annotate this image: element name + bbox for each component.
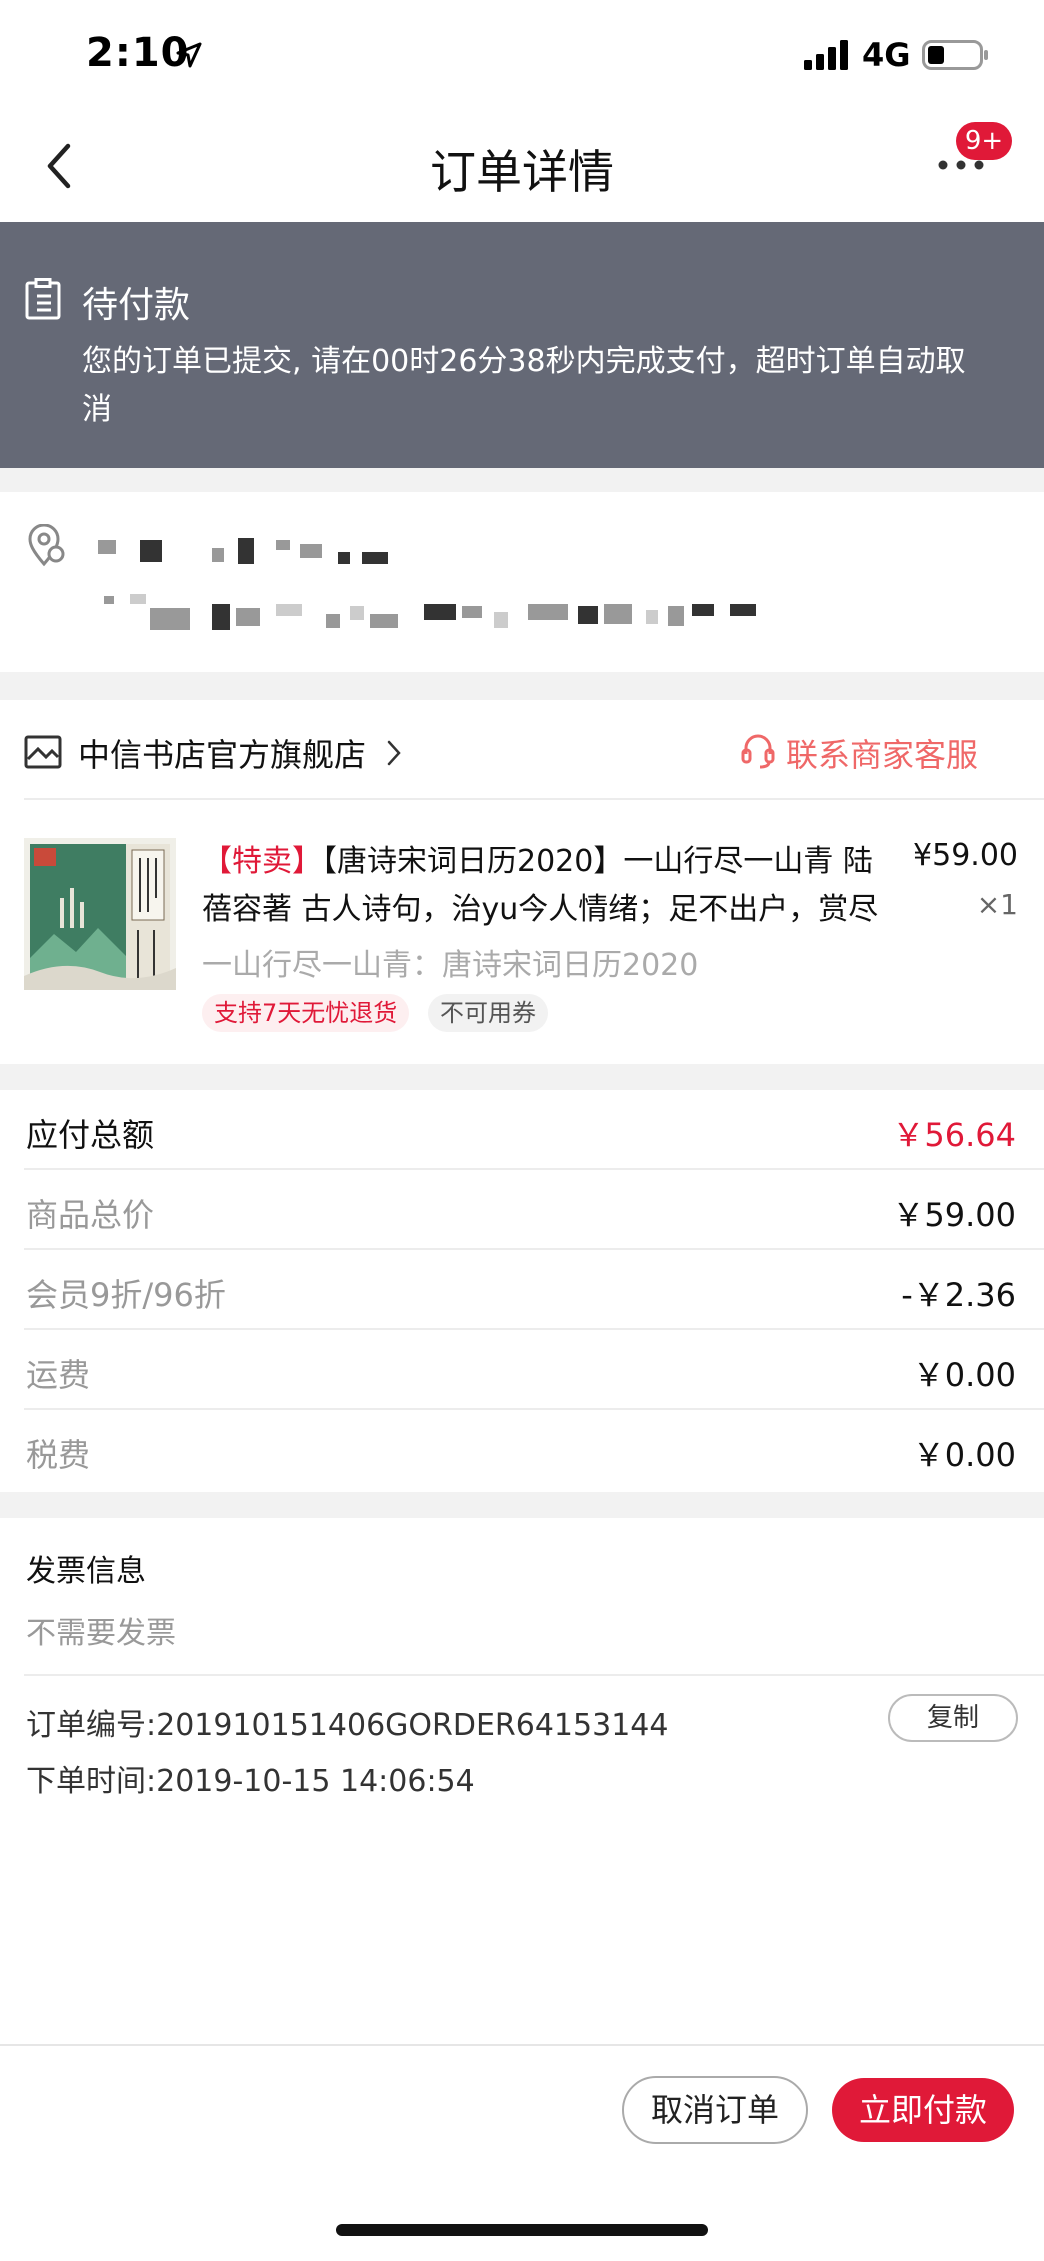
promo-label: 【特卖】 (202, 844, 322, 879)
invoice-title: 发票信息 (26, 1554, 146, 1589)
divider (24, 1328, 1044, 1330)
shop-name[interactable]: 中信书店官方旗舰店 (78, 730, 366, 776)
pay-now-button[interactable]: 立即付款 (832, 2078, 1014, 2142)
cancel-order-button[interactable]: 取消订单 (622, 2076, 808, 2144)
shipping-value: ￥0.00 (912, 1356, 1016, 1394)
home-indicator[interactable] (336, 2224, 708, 2236)
total-label: 应付总额 (26, 1116, 155, 1154)
order-status-title: 待付款 (82, 285, 191, 326)
product-price: ¥59.00 (913, 838, 1018, 873)
tax-value: ￥0.00 (912, 1436, 1016, 1474)
divider (24, 1674, 1044, 1676)
invoice-value: 不需要发票 (26, 1616, 176, 1651)
shop-icon (24, 735, 62, 769)
book-cover-image (24, 838, 176, 990)
copy-button[interactable]: 复制 (888, 1694, 1018, 1742)
location-pin-icon (28, 524, 65, 567)
order-time: 下单时间:2019-10-15 14:06:54 (26, 1764, 475, 1799)
notification-badge: 9+ (956, 122, 1012, 160)
goods-total-value: ￥59.00 (892, 1196, 1016, 1234)
coupon-tag: 不可用券 (428, 994, 548, 1032)
return-policy-tag: 支持7天无忧退货 (202, 994, 410, 1032)
goods-total-label: 商品总价 (26, 1196, 155, 1234)
member-discount-label: 会员9折/96折 (26, 1276, 226, 1314)
order-status-message: 您的订单已提交, 请在00时26分38秒内完成支付，超时订单自动取消 (82, 344, 966, 427)
shipping-label: 运费 (26, 1356, 91, 1394)
product-subtitle: 一山行尽一山青：唐诗宋词日历2020 (202, 948, 699, 983)
battery-icon (922, 40, 988, 70)
headset-icon[interactable] (740, 732, 776, 770)
product-quantity: ×1 (976, 888, 1018, 921)
product-title[interactable]: 【特卖】【唐诗宋词日历2020】一山行尽一山青 陆蓓容著 古人诗句，治yu今人情… (202, 838, 902, 934)
tax-label: 税费 (26, 1436, 91, 1474)
product-image[interactable] (24, 838, 176, 990)
order-number: 订单编号:201910151406GORDER64153144 (26, 1708, 669, 1743)
signal-icon (804, 40, 848, 70)
divider (24, 1168, 1044, 1170)
member-discount-value: -￥2.36 (901, 1276, 1016, 1314)
status-time: 2:10 (86, 30, 190, 76)
divider (24, 798, 1044, 800)
divider (24, 1408, 1044, 1410)
network-type: 4G (862, 36, 911, 74)
contact-seller-link[interactable]: 联系商家客服 (786, 730, 978, 776)
total-value: ￥56.64 (892, 1116, 1016, 1154)
location-arrow-icon (176, 42, 202, 68)
page-title: 订单详情 (430, 145, 614, 199)
divider (24, 1248, 1044, 1250)
clipboard-icon (25, 278, 61, 320)
address-section[interactable] (0, 492, 1044, 672)
chevron-right-icon[interactable] (386, 738, 402, 768)
